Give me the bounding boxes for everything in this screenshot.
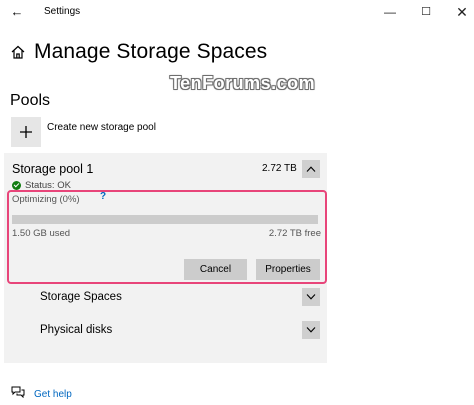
storage-spaces-label: Storage Spaces — [40, 291, 122, 303]
chevron-down-icon — [306, 294, 316, 300]
expand-physical-disks-button[interactable] — [302, 321, 320, 339]
title-bar: ← Settings — ☐ ✕ — [0, 0, 474, 24]
cancel-button[interactable]: Cancel — [184, 259, 247, 280]
storage-pool-panel: Storage pool 1 2.72 TB Status: OK Optimi… — [4, 153, 327, 363]
maximize-icon[interactable]: ☐ — [417, 3, 435, 21]
page-heading: Manage Storage Spaces — [10, 39, 267, 65]
pool-name: Storage pool 1 — [12, 162, 94, 176]
used-capacity: 1.50 GB used — [12, 228, 71, 239]
get-help-label: Get help — [34, 388, 72, 400]
create-storage-pool-label: Create new storage pool — [47, 122, 156, 133]
pool-status: Status: OK — [12, 180, 71, 191]
collapse-pool-button[interactable] — [302, 160, 320, 178]
page-title: Manage Storage Spaces — [34, 40, 268, 63]
pool-status-text: Status: OK — [25, 180, 71, 191]
back-arrow-icon[interactable]: ← — [8, 3, 26, 21]
minimize-icon[interactable]: — — [381, 3, 399, 21]
optimizing-text: Optimizing (0%) — [12, 194, 80, 205]
chevron-up-icon — [306, 166, 316, 172]
optimize-progress-bar — [12, 215, 318, 224]
watermark: TenForums.com — [170, 73, 316, 93]
chat-help-icon — [11, 385, 25, 403]
free-capacity: 2.72 TB free — [268, 228, 321, 239]
expand-storage-spaces-button[interactable] — [302, 288, 320, 306]
close-icon[interactable]: ✕ — [453, 3, 471, 21]
properties-button[interactable]: Properties — [256, 259, 320, 280]
help-question-icon[interactable]: ? — [100, 191, 106, 202]
home-icon — [10, 44, 26, 60]
create-storage-pool-button[interactable]: Create new storage pool — [11, 117, 156, 147]
get-help-link[interactable]: Get help — [11, 385, 72, 403]
pools-section-title: Pools — [10, 92, 51, 109]
pool-size: 2.72 TB — [262, 163, 297, 174]
window-title: Settings — [44, 6, 81, 17]
physical-disks-label: Physical disks — [40, 324, 113, 336]
chevron-down-icon — [306, 327, 316, 333]
plus-icon — [11, 117, 41, 147]
status-ok-icon — [12, 181, 21, 190]
